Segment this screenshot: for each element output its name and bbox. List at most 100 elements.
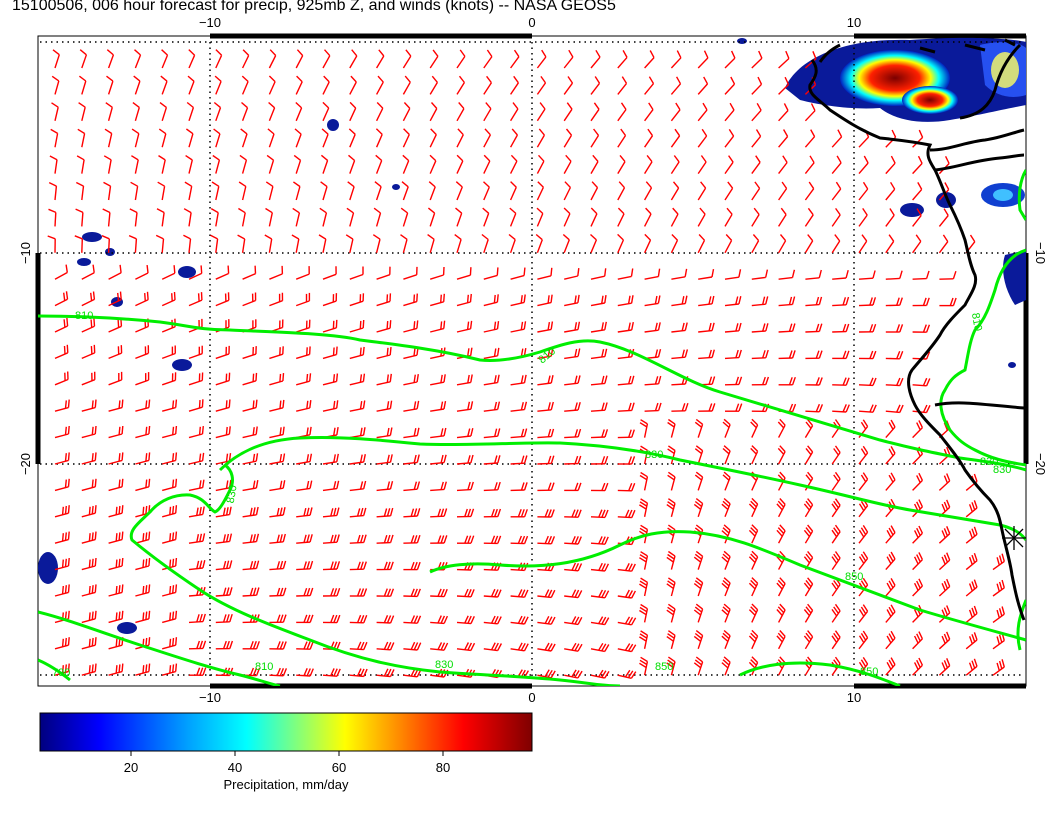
- wind-barb-staff: [376, 515, 391, 518]
- wind-barb-staff: [322, 541, 338, 544]
- wind-barb-feather: [91, 611, 94, 620]
- wind-barb-staff: [751, 330, 766, 333]
- wind-barb-feather: [121, 557, 124, 567]
- wind-barb-staff: [188, 620, 204, 624]
- wind-barb-feather: [172, 453, 175, 462]
- wind-barb-feather: [118, 453, 121, 462]
- wind-barb-feather: [175, 399, 178, 408]
- wind-barb-feather: [173, 265, 176, 274]
- wind-barb-feather: [604, 268, 607, 277]
- wind-barb-feather: [228, 399, 231, 408]
- wind-barb-feather: [148, 584, 151, 593]
- wind-barb-feather: [61, 506, 64, 515]
- wind-barb-feather: [496, 267, 499, 276]
- wind-barb-feather: [88, 638, 91, 647]
- wind-barb-feather: [94, 505, 97, 514]
- wind-barb-feather: [148, 425, 151, 435]
- wind-barb-feather: [115, 506, 118, 515]
- wind-barb-staff: [778, 330, 793, 333]
- wind-barb-staff: [832, 410, 847, 413]
- wind-barb-feather: [148, 478, 151, 487]
- contour-label: 850: [845, 571, 863, 583]
- contour-label: 830: [645, 449, 663, 461]
- colorbar-label: Precipitation, mm/day: [224, 777, 349, 792]
- wind-barb-feather: [118, 479, 121, 488]
- wind-barb-feather: [389, 320, 392, 329]
- wind-barb-feather: [94, 610, 97, 619]
- wind-barb-feather: [148, 557, 151, 567]
- wind-barb-feather: [91, 637, 94, 647]
- wind-barb-feather: [63, 345, 66, 355]
- wind-barb-feather: [121, 399, 124, 408]
- wind-barb-feather: [227, 265, 230, 274]
- wind-barb-feather: [67, 557, 70, 567]
- wind-barb-feather: [145, 453, 148, 462]
- wind-barb-feather: [64, 479, 67, 488]
- wind-barb-staff: [671, 383, 686, 386]
- wind-barb-feather: [115, 533, 118, 542]
- wind-barb-feather: [306, 347, 308, 356]
- tick-label: −10: [18, 242, 33, 264]
- wind-barb-staff: [912, 277, 927, 280]
- wind-barb-feather: [198, 400, 201, 409]
- wind-barb-staff: [805, 330, 820, 333]
- wind-barb-feather: [416, 293, 418, 302]
- wind-barb-feather: [171, 293, 173, 302]
- colorbar-tick: 40: [228, 760, 242, 775]
- wind-barb-staff: [107, 238, 110, 253]
- wind-barb-staff: [322, 568, 338, 571]
- wind-barb-feather: [175, 425, 178, 435]
- wind-barb-feather: [577, 268, 580, 277]
- wind-barb-feather: [169, 533, 172, 542]
- location-marker: [1002, 526, 1026, 550]
- wind-barb-feather: [63, 292, 66, 301]
- wind-barb-feather: [332, 374, 336, 383]
- tick-label: 0: [528, 15, 535, 30]
- wind-barb-feather: [118, 611, 121, 620]
- wind-barb-feather: [389, 347, 392, 356]
- wind-barb-feather: [359, 320, 362, 329]
- wind-barb-feather: [142, 533, 145, 542]
- wind-barb-staff: [832, 304, 847, 307]
- wind-barb-staff: [134, 238, 138, 253]
- forecast-map: 810 810 810 830 830 830 830 850 850 790 …: [18, 15, 1048, 792]
- wind-barb-staff: [617, 409, 632, 412]
- wind-barb-feather: [115, 612, 118, 621]
- wind-barb-staff: [858, 304, 874, 307]
- wind-barb-staff: [269, 674, 284, 677]
- wind-barb-feather: [61, 533, 64, 542]
- wind-barb-feather: [306, 373, 309, 383]
- wind-barb-feather: [117, 292, 120, 301]
- wind-barb-feather: [279, 427, 282, 436]
- wind-barb-feather: [61, 585, 64, 595]
- wind-barb-feather: [169, 638, 172, 647]
- wind-barb-feather: [94, 557, 97, 567]
- wind-barb-staff: [483, 568, 498, 571]
- wind-barb-feather: [64, 611, 67, 620]
- wind-barb-feather: [148, 610, 151, 619]
- wind-barb-feather: [362, 319, 365, 329]
- wind-barb-feather: [64, 426, 67, 435]
- wind-barb-feather: [469, 293, 472, 303]
- wind-barb-staff: [805, 410, 820, 413]
- wind-barb-feather: [65, 291, 69, 300]
- wind-barb-feather: [63, 319, 66, 328]
- wind-barb-staff: [376, 621, 391, 624]
- wind-barb-feather: [146, 265, 149, 274]
- colorbar-gradient: [39, 712, 533, 752]
- wind-barb-feather: [121, 505, 124, 514]
- wind-barb-feather: [115, 665, 118, 674]
- wind-barb-staff: [269, 567, 284, 571]
- colorbar-tick: 80: [436, 760, 450, 775]
- wind-barb-staff: [590, 516, 606, 519]
- wind-barb-feather: [91, 532, 94, 541]
- colorbar-tick: 20: [124, 760, 138, 775]
- wind-barb-staff: [269, 594, 284, 597]
- wind-barb-staff: [590, 409, 606, 412]
- wind-barb-feather: [67, 637, 70, 646]
- wind-barb-feather: [64, 585, 67, 594]
- wind-barb-feather: [64, 505, 67, 515]
- wind-barb-feather: [66, 317, 69, 327]
- wind-barb-feather: [279, 373, 282, 382]
- wind-barb-staff: [215, 594, 230, 597]
